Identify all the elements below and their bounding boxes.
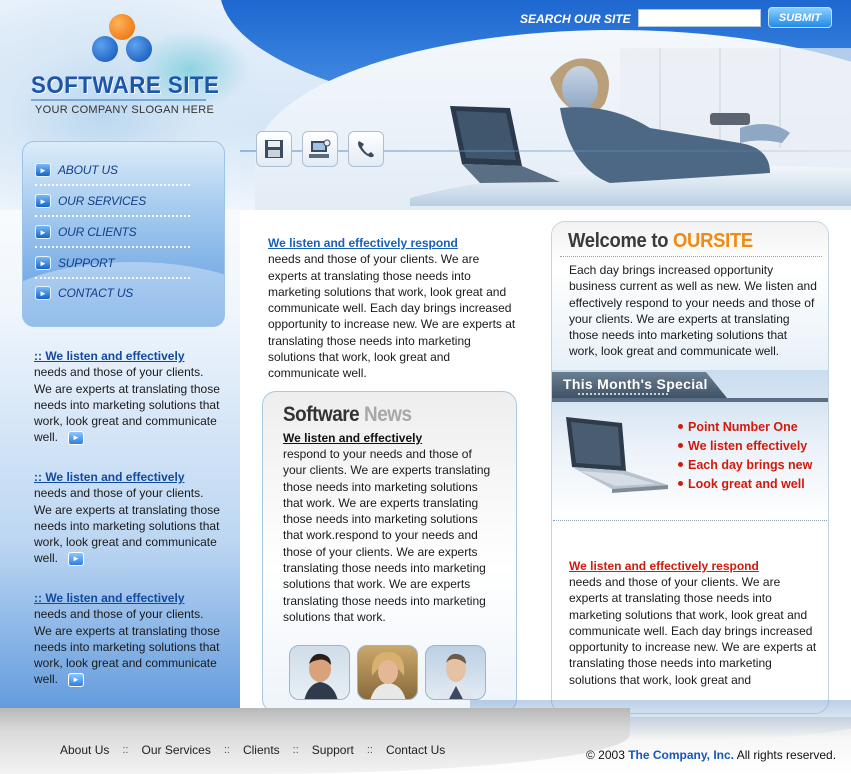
sidebar-item-about-us[interactable]: ► ABOUT US xyxy=(35,159,175,181)
avatar[interactable] xyxy=(425,645,486,700)
welcome-title: Welcome to OURSITE xyxy=(568,230,753,252)
header-photo xyxy=(410,48,851,206)
footer-link-our-services[interactable]: Our Services xyxy=(141,743,210,757)
intro-body: needs and those of your clients. We are … xyxy=(268,252,516,381)
left-news-body: needs and those of your clients. We are … xyxy=(34,486,220,566)
special-divider xyxy=(553,520,827,521)
bullet-icon xyxy=(678,481,683,486)
logo-icon[interactable] xyxy=(90,14,154,70)
arrow-right-icon: ► xyxy=(35,225,51,239)
left-news-item: :: We listen and effectively needs and t… xyxy=(34,469,224,567)
nav-divider xyxy=(35,246,190,248)
footer-link-contact-us[interactable]: Contact Us xyxy=(386,743,445,757)
intro-heading[interactable]: We listen and effectively respond xyxy=(268,235,518,251)
left-news-heading[interactable]: :: We listen and effectively xyxy=(34,469,224,485)
page: SOFTWARE SITE YOUR COMPANY SLOGAN HERE S… xyxy=(0,0,851,774)
footer-separator: :: xyxy=(223,744,230,756)
save-icon[interactable] xyxy=(256,131,292,167)
special-title: This Month's Special xyxy=(563,376,708,392)
company-slogan: YOUR COMPANY SLOGAN HERE xyxy=(35,104,215,116)
sidebar-item-label: SUPPORT xyxy=(58,256,115,270)
special-list-item[interactable]: We listen effectively xyxy=(678,436,812,455)
left-news-item: :: We listen and effectively needs and t… xyxy=(34,348,224,446)
bullet-icon xyxy=(678,443,683,448)
right-body: needs and those of your clients. We are … xyxy=(569,575,817,687)
left-news-heading[interactable]: :: We listen and effectively xyxy=(34,348,224,364)
sidebar-item-support[interactable]: ► SUPPORT xyxy=(35,252,175,274)
sidebar-item-our-services[interactable]: ► OUR SERVICES xyxy=(35,190,175,212)
special-list: Point Number One We listen effectively E… xyxy=(678,417,812,493)
left-news-heading[interactable]: :: We listen and effectively xyxy=(34,590,224,606)
search-input[interactable] xyxy=(638,9,761,27)
welcome-divider xyxy=(560,256,822,257)
more-arrow-icon[interactable]: ► xyxy=(68,431,85,446)
welcome-body: Each day brings increased opportunity bu… xyxy=(569,263,817,359)
arrow-right-icon: ► xyxy=(35,286,51,300)
avatar[interactable] xyxy=(357,645,418,700)
news-title: Software News xyxy=(283,403,412,426)
nav-divider xyxy=(35,277,190,279)
left-news-body: needs and those of your clients. We are … xyxy=(34,365,220,445)
news-heading[interactable]: We listen and effectively xyxy=(283,431,422,445)
footer-link-support[interactable]: Support xyxy=(312,743,354,757)
logo-underline xyxy=(31,99,206,101)
footer-nav: About Us :: Our Services :: Clients :: S… xyxy=(60,743,445,757)
footer-link-clients[interactable]: Clients xyxy=(243,743,280,757)
sidebar-item-label: OUR CLIENTS xyxy=(58,225,137,239)
sidebar-item-label: ABOUT US xyxy=(58,163,118,177)
arrow-right-icon: ► xyxy=(35,256,51,270)
phone-icon[interactable] xyxy=(348,131,384,167)
logo-title[interactable]: SOFTWARE SITE xyxy=(31,72,219,100)
right-heading[interactable]: We listen and effectively respond xyxy=(569,559,759,573)
footer-link-about-us[interactable]: About Us xyxy=(60,743,109,757)
bullet-icon xyxy=(678,462,683,467)
news-body: respond to your needs and those of your … xyxy=(283,447,491,624)
copyright: © 2003 The Company, Inc. All rights rese… xyxy=(586,748,837,762)
sidebar-item-contact-us[interactable]: ► CONTACT US xyxy=(35,282,175,304)
more-arrow-icon[interactable]: ► xyxy=(68,673,85,688)
company-link[interactable]: The Company, Inc. xyxy=(628,748,734,762)
bullet-icon xyxy=(678,424,683,429)
left-news-body: needs and those of your clients. We are … xyxy=(34,607,220,687)
footer-separator: :: xyxy=(292,744,299,756)
search-label: SEARCH OUR SITE xyxy=(520,12,631,26)
intro-section: We listen and effectively respond needs … xyxy=(268,235,518,382)
sidebar-item-our-clients[interactable]: ► OUR CLIENTS xyxy=(35,221,175,243)
special-title-dots xyxy=(578,393,668,395)
nav-divider xyxy=(35,184,190,186)
special-list-item[interactable]: Look great and well xyxy=(678,474,812,493)
more-arrow-icon[interactable]: ► xyxy=(68,552,85,567)
computer-icon[interactable] xyxy=(302,131,338,167)
special-list-item[interactable]: Each day brings new xyxy=(678,455,812,474)
avatar[interactable] xyxy=(289,645,350,700)
nav-divider xyxy=(35,215,190,217)
footer-separator: :: xyxy=(366,744,373,756)
laptop-image[interactable] xyxy=(560,413,672,499)
sidebar-item-label: CONTACT US xyxy=(58,286,134,300)
sidebar-item-label: OUR SERVICES xyxy=(58,194,147,208)
arrow-right-icon: ► xyxy=(35,163,51,177)
footer-separator: :: xyxy=(122,744,129,756)
arrow-right-icon: ► xyxy=(35,194,51,208)
special-list-item[interactable]: Point Number One xyxy=(678,417,812,436)
submit-button[interactable]: SUBMIT xyxy=(768,7,832,28)
left-news-item: :: We listen and effectively needs and t… xyxy=(34,590,224,688)
